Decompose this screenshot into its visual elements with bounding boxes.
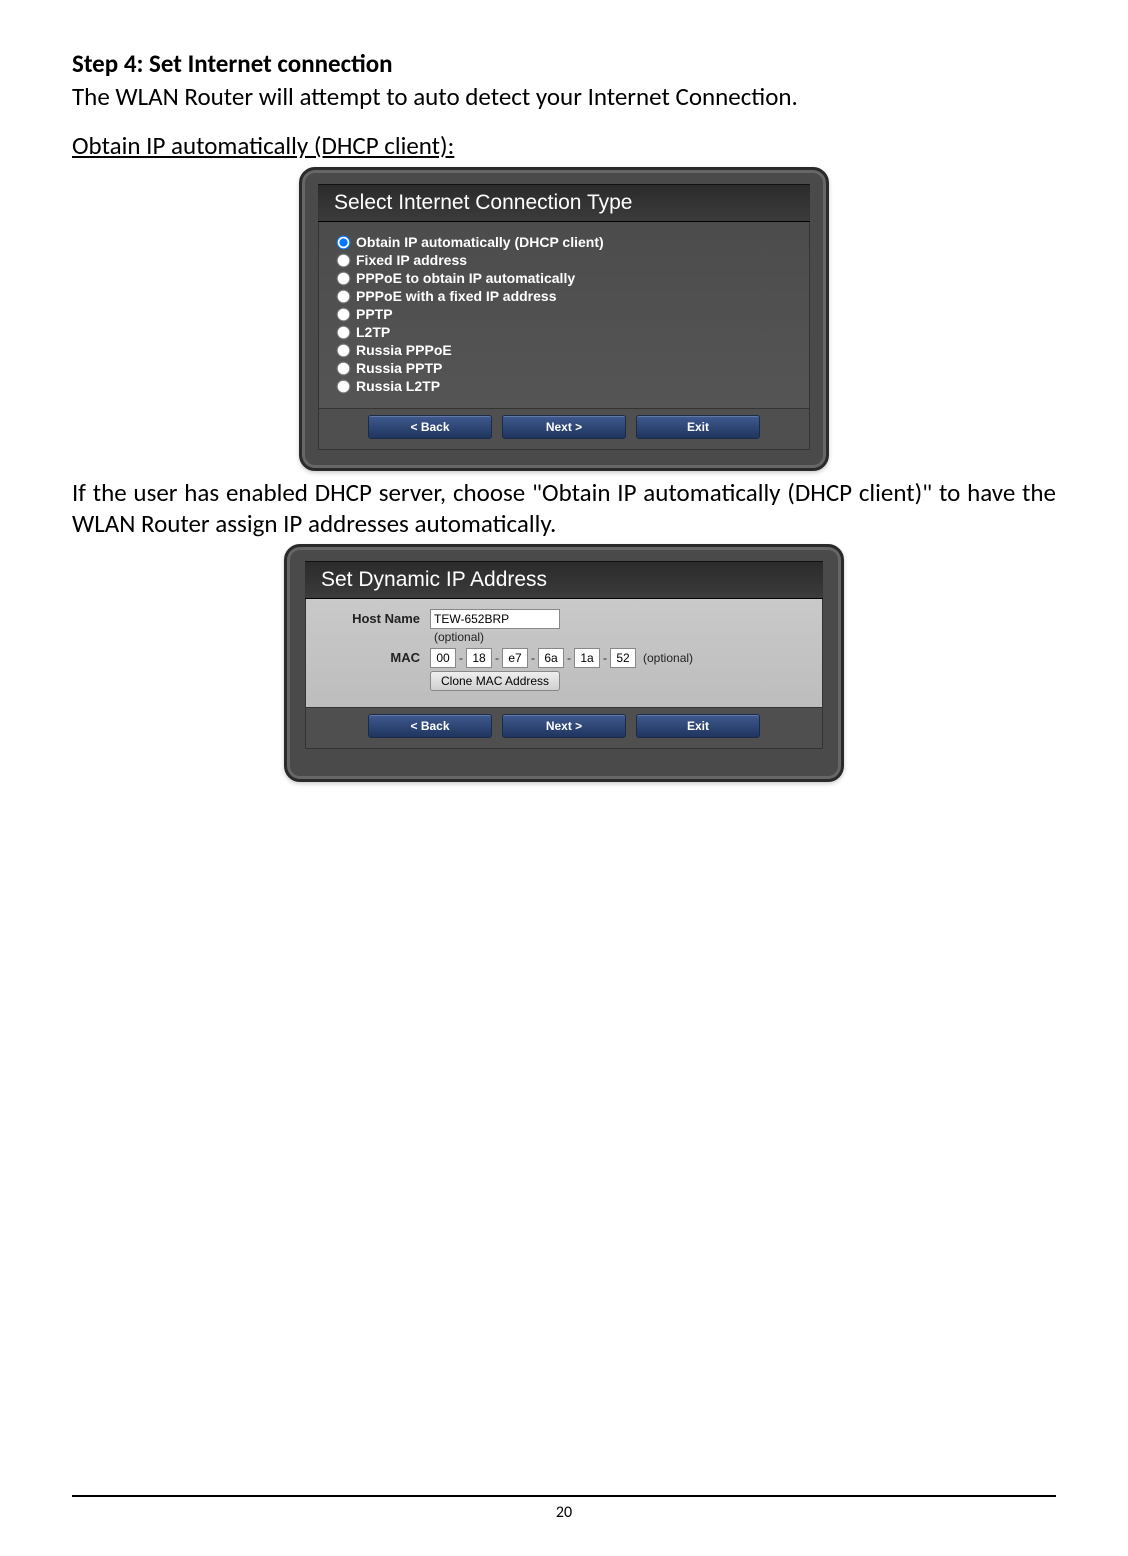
dynamic-ip-form: Host Name (optional) MAC - - - - — [305, 599, 823, 708]
panel2-button-row: < Back Next > Exit — [305, 708, 823, 749]
option-label: Russia PPPoE — [356, 342, 452, 358]
option-dhcp[interactable]: Obtain IP automatically (DHCP client) — [337, 234, 809, 250]
page-footer: 20 — [72, 1495, 1056, 1522]
exit-button[interactable]: Exit — [636, 714, 760, 738]
panel2-title: Set Dynamic IP Address — [305, 561, 823, 599]
option-l2tp[interactable]: L2TP — [337, 324, 809, 340]
mac-input-1[interactable] — [430, 648, 456, 668]
dhcp-subheading: Obtain IP automatically (DHCP client): — [72, 130, 1056, 161]
option-label: PPPoE to obtain IP automatically — [356, 270, 575, 286]
dynamic-ip-panel: Set Dynamic IP Address Host Name (option… — [284, 544, 844, 782]
hostname-row: Host Name (optional) — [318, 609, 810, 644]
radio-pppoe-fixed[interactable] — [337, 289, 351, 303]
dhcp-explanation: If the user has enabled DHCP server, cho… — [72, 477, 1056, 540]
step-heading: Step 4: Set Internet connection — [72, 48, 1056, 79]
back-button[interactable]: < Back — [368, 714, 492, 738]
mac-input-4[interactable] — [538, 648, 564, 668]
option-pppoe-auto[interactable]: PPPoE to obtain IP automatically — [337, 270, 809, 286]
exit-button[interactable]: Exit — [636, 415, 760, 439]
hostname-label: Host Name — [318, 609, 430, 626]
mac-row: MAC - - - - - (optional) Clone MAC Addre… — [318, 648, 810, 691]
mac-sep: - — [603, 651, 607, 665]
mac-sep: - — [459, 651, 463, 665]
radio-fixed-ip[interactable] — [337, 253, 351, 267]
option-label: PPTP — [356, 306, 393, 322]
back-button[interactable]: < Back — [368, 415, 492, 439]
intro-text: The WLAN Router will attempt to auto det… — [72, 81, 1056, 112]
mac-sep: - — [495, 651, 499, 665]
radio-russia-l2tp[interactable] — [337, 379, 351, 393]
mac-input-6[interactable] — [610, 648, 636, 668]
option-pppoe-fixed[interactable]: PPPoE with a fixed IP address — [337, 288, 809, 304]
next-button[interactable]: Next > — [502, 415, 626, 439]
panel1-button-row: < Back Next > Exit — [318, 409, 810, 450]
mac-input-3[interactable] — [502, 648, 528, 668]
radio-russia-pppoe[interactable] — [337, 343, 351, 357]
radio-pptp[interactable] — [337, 307, 351, 321]
radio-dhcp[interactable] — [337, 235, 351, 249]
mac-input-5[interactable] — [574, 648, 600, 668]
option-russia-l2tp[interactable]: Russia L2TP — [337, 378, 809, 394]
option-label: Russia PPTP — [356, 360, 442, 376]
mac-sep: - — [531, 651, 535, 665]
radio-l2tp[interactable] — [337, 325, 351, 339]
page-number: 20 — [556, 1503, 572, 1522]
mac-optional: (optional) — [643, 651, 693, 665]
connection-options: Obtain IP automatically (DHCP client) Fi… — [318, 222, 810, 409]
option-russia-pppoe[interactable]: Russia PPPoE — [337, 342, 809, 358]
radio-russia-pptp[interactable] — [337, 361, 351, 375]
next-button[interactable]: Next > — [502, 714, 626, 738]
mac-input-2[interactable] — [466, 648, 492, 668]
hostname-optional: (optional) — [434, 630, 484, 644]
option-fixed-ip[interactable]: Fixed IP address — [337, 252, 809, 268]
panel1-title: Select Internet Connection Type — [318, 184, 810, 222]
option-russia-pptp[interactable]: Russia PPTP — [337, 360, 809, 376]
radio-pppoe-auto[interactable] — [337, 271, 351, 285]
option-label: PPPoE with a fixed IP address — [356, 288, 556, 304]
mac-sep: - — [567, 651, 571, 665]
select-connection-panel: Select Internet Connection Type Obtain I… — [299, 167, 829, 471]
option-label: L2TP — [356, 324, 390, 340]
clone-mac-button[interactable]: Clone MAC Address — [430, 671, 560, 691]
option-label: Obtain IP automatically (DHCP client) — [356, 234, 604, 250]
option-label: Fixed IP address — [356, 252, 467, 268]
mac-label: MAC — [318, 648, 430, 665]
option-label: Russia L2TP — [356, 378, 440, 394]
option-pptp[interactable]: PPTP — [337, 306, 809, 322]
hostname-input[interactable] — [430, 609, 560, 629]
